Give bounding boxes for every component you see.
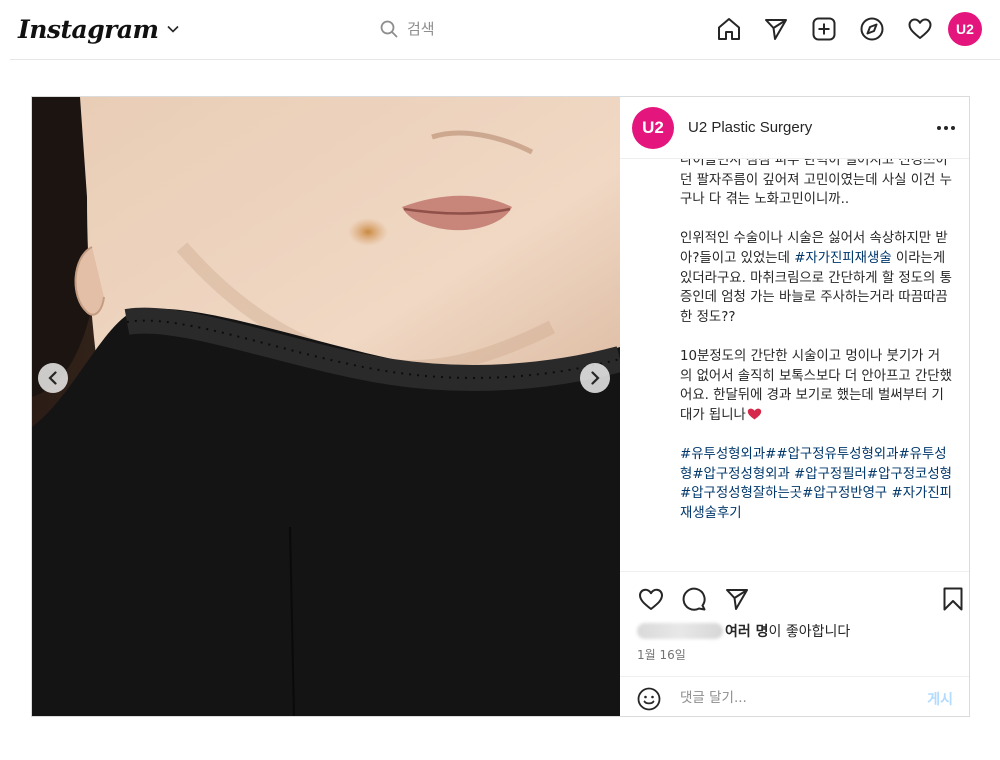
hashtag-link[interactable]: #자가진피재생술: [794, 251, 891, 266]
nav-divider: [10, 59, 1000, 60]
caption-hashtags[interactable]: #유투성형외과##압구정유투성형외과#유투성형#압구정성형외과 #압구정필러#압…: [680, 445, 952, 523]
post-card: U2 U2 Plastic Surgery 나이들면서 점점 피부 탄력이 떨어…: [31, 96, 970, 717]
profile-avatar-label: U2: [956, 21, 974, 37]
caption-text: 10분정도의 간단한 시술이고 멍이나 붓기가 거의 없어서 솔직히 보톡스보다…: [680, 348, 952, 423]
chevron-down-icon[interactable]: [166, 25, 179, 33]
emoji-smile-icon: [637, 687, 661, 711]
chevron-right-icon: [591, 371, 600, 385]
like-heart-icon: [639, 588, 663, 610]
instagram-logo[interactable]: Instagram: [18, 15, 159, 44]
heart-icon[interactable]: [903, 12, 937, 46]
account-avatar[interactable]: U2: [632, 106, 674, 149]
emoji-button[interactable]: [636, 686, 662, 712]
search-input[interactable]: [407, 20, 607, 38]
post-media[interactable]: [32, 97, 620, 716]
caption-paragraph-3: 10분정도의 간단한 시술이고 멍이나 붓기가 거의 없어서 솔직히 보톡스보다…: [680, 347, 952, 425]
carousel-prev-button[interactable]: [38, 363, 68, 393]
chevron-left-icon: [48, 371, 57, 385]
comment-bubble-icon: [682, 587, 706, 611]
new-post-icon[interactable]: [807, 12, 841, 46]
caption-scroll-area[interactable]: 나이들면서 점점 피부 탄력이 떨어지고 신경쓰이던 팔자주름이 깊어져 고민이…: [620, 159, 969, 571]
account-avatar-label: U2: [642, 117, 664, 137]
comment-input[interactable]: [680, 687, 900, 709]
ellipsis-icon: [937, 126, 955, 130]
caption-paragraph-1: 나이들면서 점점 피부 탄력이 떨어지고 신경쓰이던 팔자주름이 깊어져 고민이…: [680, 159, 952, 208]
likes-suffix: 이 좋아합니다: [768, 624, 851, 640]
paper-plane-icon[interactable]: [759, 12, 793, 46]
account-name[interactable]: U2 Plastic Surgery: [688, 119, 812, 136]
instagram-logo-switcher[interactable]: Instagram: [18, 12, 179, 46]
search-bar[interactable]: [380, 14, 630, 44]
home-icon[interactable]: [712, 12, 746, 46]
more-options-button[interactable]: [929, 111, 963, 145]
post-date[interactable]: 1월 16일: [637, 646, 686, 663]
post-header: U2 U2 Plastic Surgery: [620, 97, 969, 159]
top-navigation-bar: Instagram U2: [0, 0, 1000, 60]
like-button[interactable]: [636, 584, 666, 614]
post-caption: 나이들면서 점점 피부 탄력이 떨어지고 신경쓰이던 팔자주름이 깊어져 고민이…: [680, 159, 952, 543]
caption-paragraph-2: 인위적인 수술이나 시술은 싫어서 속상하지만 받아?들이고 있었는데 #자가진…: [680, 229, 952, 327]
likes-count-text: 여러 명: [725, 624, 769, 640]
save-button[interactable]: [938, 584, 968, 614]
bookmark-icon: [943, 587, 963, 611]
share-plane-icon: [726, 589, 748, 610]
post-photo: [32, 97, 620, 716]
blurred-username: [637, 623, 723, 639]
post-actions: 여러 명이 좋아합니다 1월 16일 게시: [620, 571, 969, 716]
post-side-panel: U2 U2 Plastic Surgery 나이들면서 점점 피부 탄력이 떨어…: [620, 97, 969, 716]
search-icon: [380, 20, 398, 38]
share-button[interactable]: [722, 584, 752, 614]
carousel-next-button[interactable]: [580, 363, 610, 393]
comment-button[interactable]: [679, 584, 709, 614]
profile-avatar[interactable]: U2: [948, 12, 982, 46]
likes-summary[interactable]: 여러 명이 좋아합니다: [637, 621, 850, 641]
comment-composer: 게시: [620, 676, 969, 716]
explore-compass-icon[interactable]: [855, 12, 889, 46]
red-heart-emoji-icon: [747, 408, 762, 420]
post-comment-button[interactable]: 게시: [927, 689, 953, 709]
